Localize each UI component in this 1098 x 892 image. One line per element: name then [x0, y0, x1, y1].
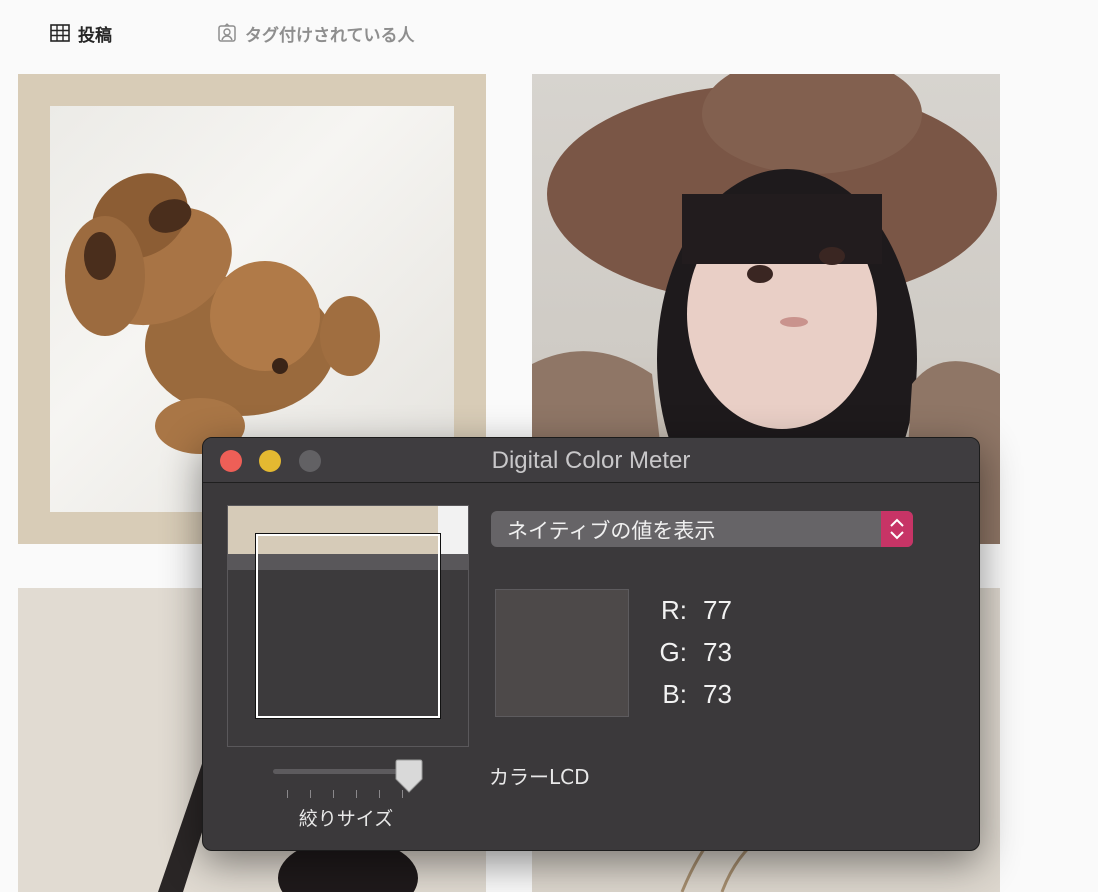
- aperture-frame: [255, 533, 441, 719]
- aperture-size-slider[interactable]: [273, 769, 409, 774]
- green-value: 73: [703, 637, 732, 667]
- display-profile-label: カラーLCD: [489, 765, 590, 789]
- tab-tagged-label: タグ付けされている人: [245, 25, 415, 46]
- green-label: G:: [659, 637, 687, 667]
- red-value-row: R: 77: [643, 595, 732, 626]
- tab-posts-label: 投稿: [78, 25, 112, 46]
- green-value-row: G: 73: [643, 637, 732, 668]
- red-value: 77: [703, 595, 732, 625]
- aperture-slider-knob[interactable]: [395, 759, 423, 793]
- blue-label: B:: [662, 679, 687, 709]
- title-bar[interactable]: Digital Color Meter: [203, 438, 979, 483]
- window-title: Digital Color Meter: [491, 447, 691, 474]
- magnifier-view: [227, 505, 469, 747]
- blue-value: 73: [703, 679, 732, 709]
- color-swatch: [495, 589, 629, 717]
- digital-color-meter-window: Digital Color Meter 絞りサイズ ネイティブの値を表示 R: 7…: [202, 437, 980, 851]
- red-label: R:: [661, 595, 687, 625]
- tab-tagged[interactable]: タグ付けされている人: [217, 18, 415, 48]
- aperture-size-label: 絞りサイズ: [298, 808, 394, 830]
- grid-icon: [50, 24, 70, 42]
- tagged-person-icon: [217, 23, 237, 43]
- display-mode-popup[interactable]: ネイティブの値を表示: [491, 511, 913, 547]
- chevron-updown-icon: [881, 511, 913, 547]
- blue-value-row: B: 73: [643, 679, 732, 710]
- tab-posts[interactable]: 投稿: [50, 18, 112, 48]
- slider-ticks: [287, 790, 403, 800]
- display-mode-value: ネイティブの値を表示: [507, 519, 716, 543]
